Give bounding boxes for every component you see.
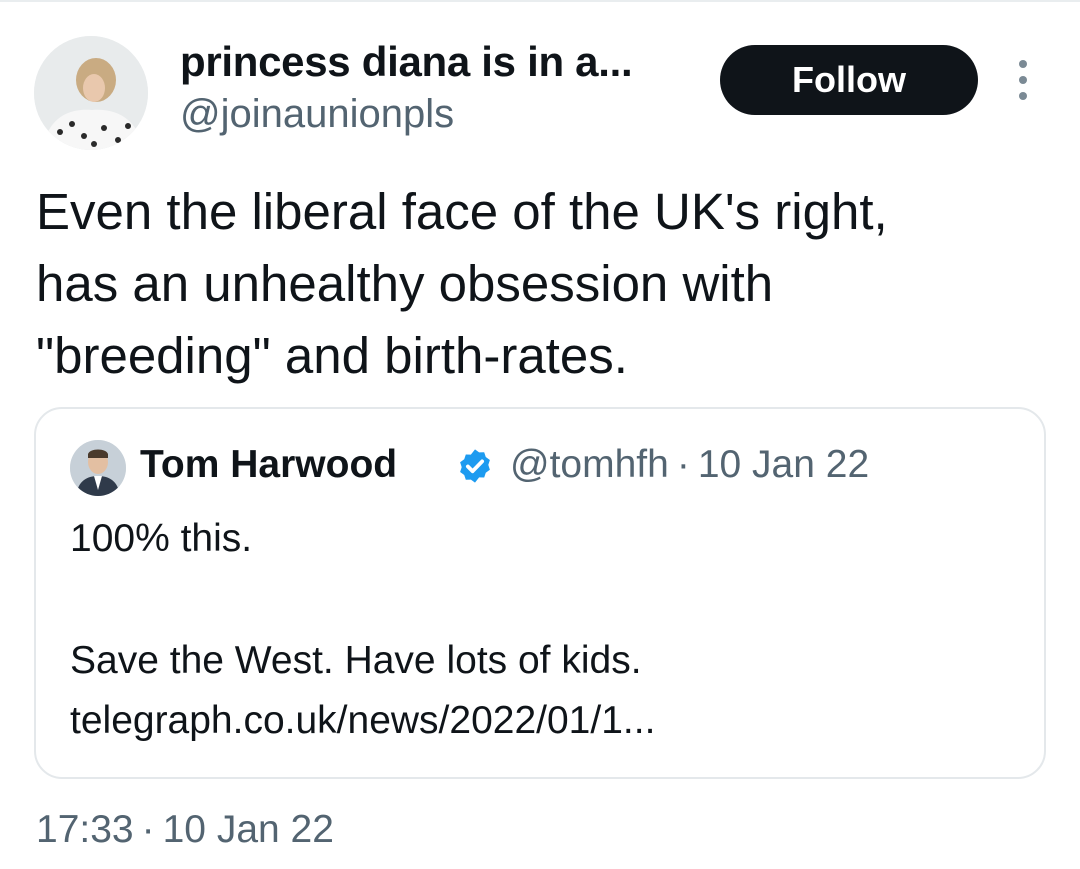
author-handle[interactable]: @joinaunionpls xyxy=(180,92,454,137)
quoted-date[interactable]: 10 Jan 22 xyxy=(698,443,869,486)
quoted-author-avatar[interactable] xyxy=(70,440,126,496)
author-avatar[interactable] xyxy=(34,36,148,150)
quoted-tweet-card[interactable]: Tom Harwood @tomhfh · 10 Jan 22 100% this.… xyxy=(34,407,1046,779)
top-divider xyxy=(0,0,1080,2)
quoted-text-line: 100% this. xyxy=(70,517,253,560)
quoted-avatar-image xyxy=(70,440,126,496)
quoted-handle[interactable]: @tomhfh xyxy=(510,443,669,486)
author-avatar-image xyxy=(34,36,148,150)
follow-button[interactable]: Follow xyxy=(720,45,978,115)
quoted-link[interactable]: telegraph.co.uk/news/2022/01/1... xyxy=(70,699,655,743)
verified-badge-icon xyxy=(460,449,490,483)
more-dot xyxy=(1019,92,1027,100)
more-dot xyxy=(1019,60,1027,68)
meta-separator: · xyxy=(676,443,690,486)
more-vertical-icon[interactable] xyxy=(1010,60,1036,100)
quoted-meta: @tomhfh · 10 Jan 22 xyxy=(510,443,869,487)
author-name[interactable]: princess diana is in a... xyxy=(180,38,633,86)
timestamp-date: 10 Jan 22 xyxy=(162,808,334,851)
timestamp-separator: · xyxy=(141,808,155,851)
more-dot xyxy=(1019,76,1027,84)
quoted-author-name[interactable]: Tom Harwood xyxy=(140,443,397,487)
tweet-text: Even the liberal face of the UK's right,… xyxy=(36,183,888,384)
quoted-text-line: Save the West. Have lots of kids. xyxy=(70,639,642,682)
timestamp-time: 17:33 xyxy=(36,808,134,851)
tweet-timestamp[interactable]: 17:33 · 10 Jan 22 xyxy=(36,808,334,852)
